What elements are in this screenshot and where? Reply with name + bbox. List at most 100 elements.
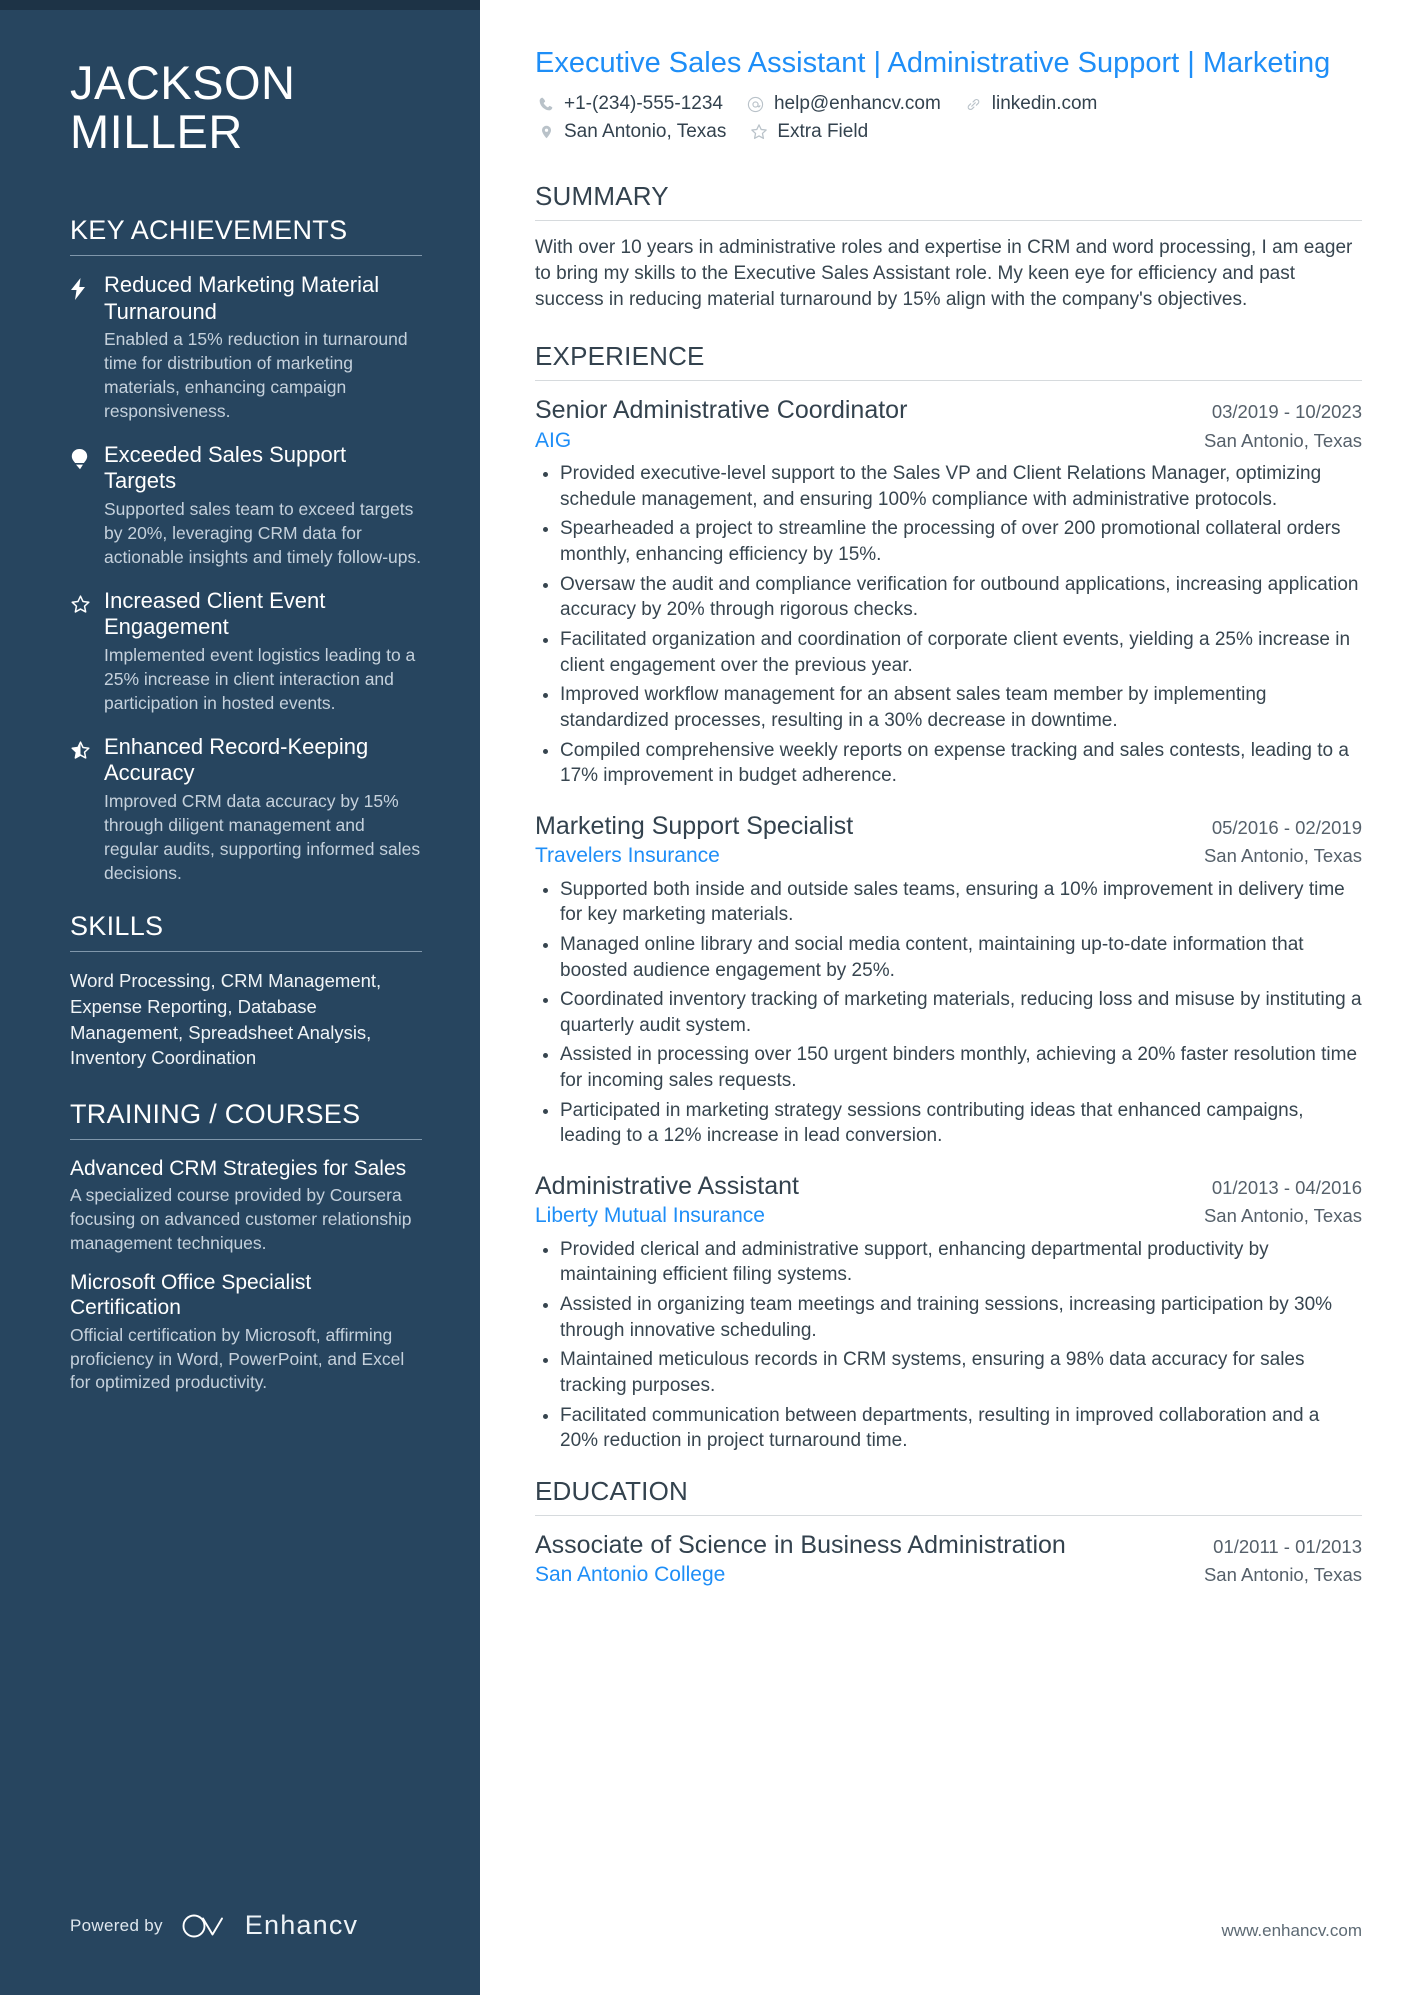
- experience-entry: Administrative Assistant 01/2013 - 04/20…: [535, 1171, 1362, 1454]
- section-summary: SUMMARY With over 10 years in administra…: [535, 181, 1362, 313]
- sidebar: JACKSON MILLER KEY ACHIEVEMENTS Reduced …: [0, 0, 480, 1995]
- bullet-item: Facilitated communication between depart…: [535, 1403, 1362, 1454]
- section-education: EDUCATION Associate of Science in Busine…: [535, 1476, 1362, 1589]
- company-name[interactable]: Liberty Mutual Insurance: [535, 1202, 765, 1229]
- powered-by-footer: Powered by Enhancv: [70, 1910, 358, 1941]
- skills-heading: SKILLS: [70, 911, 164, 942]
- company-name[interactable]: AIG: [535, 427, 571, 454]
- contact-row-1: +1-(234)-555-1234 help@enhancv.com linke…: [535, 93, 1362, 115]
- bullet-item: Facilitated organization and coordinatio…: [535, 627, 1362, 678]
- course-title: Microsoft Office Specialist Certificatio…: [70, 1270, 312, 1320]
- enhancv-logo: Enhancv: [181, 1910, 358, 1941]
- bullet-item: Supported both inside and outside sales …: [535, 877, 1362, 928]
- achievement-title: Reduced Marketing Material Turnaround: [104, 271, 380, 324]
- contact-email[interactable]: help@enhancv.com: [745, 93, 941, 115]
- powered-by-label: Powered by: [70, 1915, 163, 1935]
- achievement-title: Enhanced Record-Keeping Accuracy: [104, 733, 369, 786]
- divider: [535, 380, 1362, 382]
- skills-list: Word Processing, CRM Management, Expense…: [70, 970, 382, 1069]
- bullet-item: Participated in marketing strategy sessi…: [535, 1098, 1362, 1149]
- phone-icon: [535, 96, 557, 112]
- course-title: Advanced CRM Strategies for Sales: [70, 1156, 407, 1180]
- location-value: San Antonio, Texas: [564, 121, 727, 143]
- bullet-item: Provided executive-level support to the …: [535, 461, 1362, 512]
- bullet-item: Compiled comprehensive weekly reports on…: [535, 738, 1362, 789]
- achievement-title: Increased Client Event Engagement: [104, 587, 326, 640]
- bullet-item: Improved workflow management for an abse…: [535, 682, 1362, 733]
- course-item: Advanced CRM Strategies for Sales A spec…: [70, 1156, 422, 1256]
- contact-phone[interactable]: +1-(234)-555-1234: [535, 93, 723, 115]
- education-location: San Antonio, Texas: [1203, 1564, 1362, 1586]
- first-name: JACKSON: [70, 56, 296, 109]
- training-heading: TRAINING / COURSES: [70, 1098, 361, 1129]
- achievement-description: Supported sales team to exceed targets b…: [104, 499, 422, 567]
- job-date-range: 01/2013 - 04/2016: [1211, 1176, 1362, 1198]
- bullet-item: Coordinated inventory tracking of market…: [535, 987, 1362, 1038]
- course-description: A specialized course provided by Courser…: [70, 1185, 412, 1253]
- divider: [70, 951, 422, 953]
- bullet-item: Provided clerical and administrative sup…: [535, 1237, 1362, 1288]
- achievement-item: Reduced Marketing Material Turnaround En…: [70, 272, 422, 424]
- bullet-item: Managed online library and social media …: [535, 932, 1362, 983]
- job-location: San Antonio, Texas: [1203, 845, 1362, 867]
- star-outline-icon: [70, 588, 104, 716]
- last-name: MILLER: [70, 105, 243, 159]
- contact-location: San Antonio, Texas: [535, 121, 726, 143]
- bullet-item: Assisted in processing over 150 urgent b…: [535, 1042, 1362, 1093]
- star-outline-icon: [748, 123, 770, 141]
- divider: [70, 254, 422, 256]
- contact-info: +1-(234)-555-1234 help@enhancv.com linke…: [535, 93, 1362, 143]
- candidate-name: JACKSON MILLER: [70, 58, 422, 157]
- enhancv-wordmark: Enhancv: [244, 1910, 359, 1940]
- job-location: San Antonio, Texas: [1203, 1205, 1362, 1227]
- job-bullets: Supported both inside and outside sales …: [535, 877, 1362, 1149]
- experience-entry: Marketing Support Specialist 05/2016 - 0…: [535, 811, 1362, 1149]
- link-icon: [963, 96, 985, 113]
- contact-linkedin[interactable]: linkedin.com: [963, 93, 1098, 115]
- job-bullets: Provided executive-level support to the …: [535, 461, 1362, 789]
- experience-heading: EXPERIENCE: [535, 341, 705, 372]
- job-title: Administrative Assistant: [535, 1171, 799, 1200]
- headline-job-title: Executive Sales Assistant | Administrati…: [535, 47, 1331, 79]
- main-content: Executive Sales Assistant | Administrati…: [480, 0, 1410, 1995]
- sidebar-top-accent-bar: [0, 0, 480, 10]
- divider: [70, 1138, 422, 1140]
- location-pin-icon: [535, 123, 557, 141]
- resume-page: JACKSON MILLER KEY ACHIEVEMENTS Reduced …: [0, 0, 1410, 1995]
- email-at-icon: [745, 96, 767, 113]
- degree-title: Associate of Science in Business Adminis…: [535, 1530, 1066, 1559]
- divider: [535, 220, 1362, 222]
- job-date-range: 05/2016 - 02/2019: [1211, 816, 1362, 838]
- linkedin-value: linkedin.com: [991, 93, 1098, 115]
- bullet-item: Oversaw the audit and compliance verific…: [535, 572, 1362, 623]
- extra-field-value: Extra Field: [777, 121, 869, 143]
- company-name[interactable]: Travelers Insurance: [535, 842, 720, 869]
- section-skills: SKILLS Word Processing, CRM Management, …: [70, 911, 422, 1070]
- education-heading: EDUCATION: [535, 1475, 688, 1506]
- school-name[interactable]: San Antonio College: [535, 1561, 725, 1588]
- summary-text: With over 10 years in administrative rol…: [535, 237, 1353, 311]
- bullet-item: Maintained meticulous records in CRM sys…: [535, 1347, 1362, 1398]
- contact-extra-field: Extra Field: [748, 121, 868, 143]
- education-date-range: 01/2011 - 01/2013: [1213, 1535, 1362, 1557]
- bullet-item: Assisted in organizing team meetings and…: [535, 1292, 1362, 1343]
- contact-row-2: San Antonio, Texas Extra Field: [535, 121, 1362, 143]
- achievement-title: Exceeded Sales Support Targets: [104, 441, 347, 494]
- achievement-description: Enabled a 15% reduction in turnaround ti…: [104, 329, 408, 421]
- bullet-item: Spearheaded a project to streamline the …: [535, 516, 1362, 567]
- achievement-description: Improved CRM data accuracy by 15% throug…: [104, 791, 421, 883]
- email-value: help@enhancv.com: [773, 93, 941, 115]
- lightbulb-icon: [70, 442, 104, 570]
- job-location: San Antonio, Texas: [1203, 429, 1362, 451]
- phone-value: +1-(234)-555-1234: [564, 93, 723, 115]
- course-description: Official certification by Microsoft, aff…: [70, 1324, 405, 1393]
- experience-entry: Senior Administrative Coordinator 03/201…: [535, 395, 1362, 788]
- achievement-item: Exceeded Sales Support Targets Supported…: [70, 442, 422, 570]
- lightning-bolt-icon: [70, 272, 104, 424]
- divider: [535, 1514, 1362, 1516]
- section-key-achievements: KEY ACHIEVEMENTS Reduced Marketing Mater…: [70, 215, 422, 886]
- enhancv-mark-icon: [182, 1914, 223, 1937]
- course-item: Microsoft Office Specialist Certificatio…: [70, 1270, 422, 1396]
- key-achievements-heading: KEY ACHIEVEMENTS: [70, 214, 348, 245]
- job-title: Marketing Support Specialist: [535, 811, 854, 840]
